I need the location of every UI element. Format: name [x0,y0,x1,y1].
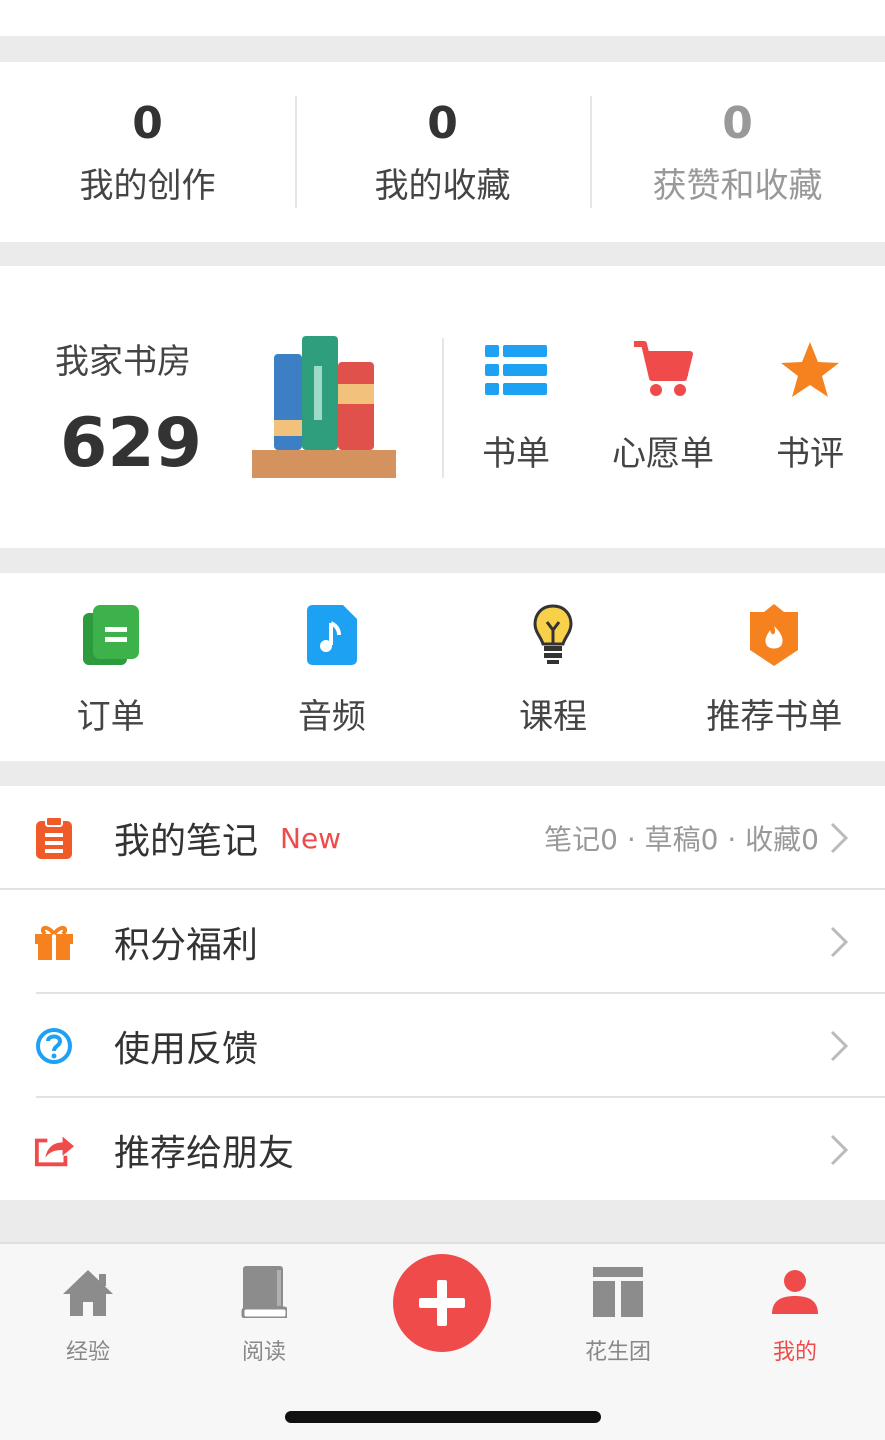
tab-mine[interactable]: 我的 [725,1262,865,1366]
tab-label: 我的 [772,1340,817,1365]
study-title: 我家书房 [55,342,191,382]
list-item-label: 我的笔记 [114,821,259,862]
wishlist-label: 心愿单 [612,434,714,474]
service-audio[interactable]: 音频 [221,573,442,761]
service-label: 音频 [297,697,366,737]
service-label: 课程 [519,697,588,737]
stat-my-favorites[interactable]: 0 我的收藏 [295,62,590,242]
service-orders[interactable]: 订单 [0,573,221,761]
clipboard-icon [34,817,74,859]
list-item-label: 使用反馈 [114,1029,259,1070]
list-icon [484,338,548,402]
settings-list: 我的笔记 New 笔记0 · 草稿0 · 收藏0 积分福利 使用反馈 推荐给朋友 [0,786,885,1200]
home-indicator[interactable] [285,1411,601,1423]
list-item-feedback[interactable]: 使用反馈 [0,994,885,1098]
tab-experience[interactable]: 经验 [18,1262,158,1366]
list-item-points-rewards[interactable]: 积分福利 [0,890,885,994]
list-item-my-notes[interactable]: 我的笔记 New 笔记0 · 草稿0 · 收藏0 [0,786,885,890]
stat-label: 我的创作 [79,165,216,206]
chevron-right-icon [830,926,849,958]
chevron-right-icon [830,1030,849,1062]
chevron-right-icon [830,1134,849,1166]
booklist-label: 书单 [482,434,550,474]
booklist-button[interactable]: 书单 [441,338,591,478]
share-icon [34,1130,74,1170]
study-book-count: 629 [60,404,202,483]
list-item-recommend-to-friends[interactable]: 推荐给朋友 [0,1098,885,1202]
bookshelf-icon[interactable] [252,336,396,480]
cart-icon [631,338,695,402]
stat-my-creations[interactable]: 0 我的创作 [0,62,295,242]
top-blank-area [0,0,885,36]
services-grid: 订单 音频 课程 推荐书单 [0,573,885,761]
service-courses[interactable]: 课程 [443,573,664,761]
service-label: 订单 [76,697,145,737]
tab-peanut-group[interactable]: 花生团 [548,1262,688,1366]
service-recommended-booklists[interactable]: 推荐书单 [664,573,885,761]
lightbulb-icon [521,603,585,667]
help-circle-icon [34,1026,74,1066]
person-icon [765,1262,825,1322]
stat-label: 我的收藏 [374,165,511,206]
book-icon [234,1262,294,1322]
home-icon [58,1262,118,1322]
chevron-right-icon [830,822,849,854]
star-icon [778,338,842,402]
wishlist-button[interactable]: 心愿单 [588,338,738,478]
tab-label: 经验 [65,1340,110,1365]
gift-icon [34,922,74,962]
tab-label: 花生团 [584,1340,651,1365]
service-label: 推荐书单 [706,697,843,737]
my-study-panel: 我家书房 629 书单 心愿单 书评 [0,266,885,548]
list-item-label: 积分福利 [114,925,259,966]
columns-icon [588,1262,648,1322]
list-item-label: 推荐给朋友 [114,1133,295,1174]
create-post-button[interactable] [393,1254,491,1352]
profile-stats: 0 我的创作 0 我的收藏 0 获赞和收藏 [0,62,885,242]
stat-value: 0 [722,97,753,149]
tab-label: 阅读 [241,1340,286,1365]
stat-value: 0 [132,97,163,149]
audio-icon [300,603,364,667]
plus-icon [419,1280,465,1326]
bottom-tab-bar: 经验 阅读 花生团 我的 [0,1242,885,1440]
notes-summary: 笔记0 · 草稿0 · 收藏0 [544,823,819,856]
fire-badge-icon [742,603,806,667]
stat-label: 获赞和收藏 [652,165,823,206]
book-review-label: 书评 [776,434,844,474]
tab-reading[interactable]: 阅读 [194,1262,334,1366]
stat-likes-and-favorites[interactable]: 0 获赞和收藏 [590,62,885,242]
new-badge: New [280,821,342,855]
order-icon [79,603,143,667]
book-review-button[interactable]: 书评 [735,338,885,478]
stat-value: 0 [427,97,458,149]
